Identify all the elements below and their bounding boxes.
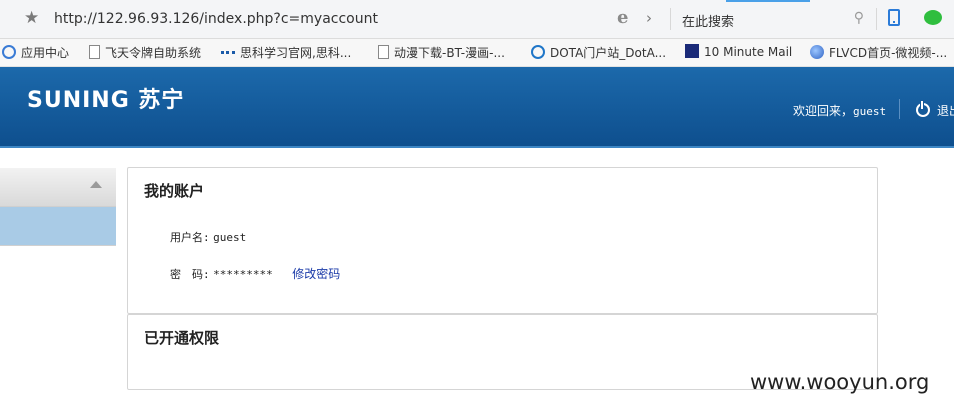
sidebar-item-selected[interactable] (0, 207, 116, 246)
collapse-caret-icon[interactable] (90, 181, 102, 188)
password-value: ********* (213, 268, 273, 281)
app-center-icon (2, 45, 16, 59)
address-bar: ★ http://122.96.93.126/index.php?c=myacc… (0, 0, 954, 39)
bookmark-item[interactable]: FLVCD首页-微视频-... (810, 44, 947, 61)
suning-logo[interactable]: SUNING 苏宁 (27, 82, 184, 114)
bookmark-item[interactable]: 思科学习官网,思科... (221, 44, 351, 61)
page-icon (378, 45, 389, 59)
account-title: 我的账户 (144, 182, 205, 200)
ie-compat-icon[interactable]: e (617, 7, 628, 28)
tenminutemail-icon (685, 44, 699, 58)
header-username: guest (853, 105, 887, 118)
bookmark-item[interactable]: 应用中心 (2, 44, 69, 61)
page-icon (89, 45, 100, 59)
cisco-icon (221, 51, 235, 59)
username-row: 用户名: guest (170, 229, 246, 245)
watermark-text: www.wooyun.org (750, 370, 930, 394)
search-box[interactable]: 在此搜索 ⚲ (672, 4, 872, 34)
password-row: 密 码: ********* 修改密码 (170, 265, 340, 282)
divider (899, 99, 900, 119)
welcome-text: 欢迎回来，guest (793, 104, 887, 118)
divider (876, 8, 877, 30)
chevron-right-icon[interactable]: › (646, 9, 652, 27)
bookmark-star-icon[interactable]: ★ (24, 8, 39, 28)
dota-icon (531, 45, 545, 59)
flvcd-icon (810, 45, 824, 59)
change-password-link[interactable]: 修改密码 (292, 267, 340, 281)
account-panel: 我的账户 用户名: guest 密 码: ********* 修改密码 (127, 167, 878, 314)
divider (670, 8, 671, 30)
site-header: SUNING 苏宁 欢迎回来，guest 退出 (0, 67, 954, 148)
bookmark-item[interactable]: 动漫下载-BT-漫画-... (378, 44, 505, 61)
bookmarks-bar: 应用中心 飞天令牌自助系统 思科学习官网,思科... 动漫下载-BT-漫画-..… (0, 39, 954, 67)
permissions-title: 已开通权限 (144, 329, 220, 347)
url-field[interactable]: http://122.96.93.126/index.php?c=myaccou… (54, 11, 378, 27)
power-icon[interactable] (916, 101, 930, 117)
phone-icon[interactable] (888, 9, 900, 26)
active-tab-indicator (726, 0, 810, 2)
username-label: 用户名: (170, 231, 210, 244)
bookmark-item[interactable]: DOTA门户站_DotA... (531, 44, 666, 61)
wechat-icon[interactable] (924, 10, 942, 25)
bookmark-item[interactable]: 飞天令牌自助系统 (89, 44, 201, 61)
sidebar-header[interactable] (0, 168, 116, 207)
logout-link[interactable]: 退出 (937, 102, 954, 119)
username-value: guest (213, 231, 247, 244)
search-input[interactable]: 在此搜索 (682, 11, 734, 30)
password-label: 密 码: (170, 268, 210, 281)
bookmark-item[interactable]: 10 Minute Mail (685, 44, 792, 59)
search-icon[interactable]: ⚲ (854, 10, 864, 26)
